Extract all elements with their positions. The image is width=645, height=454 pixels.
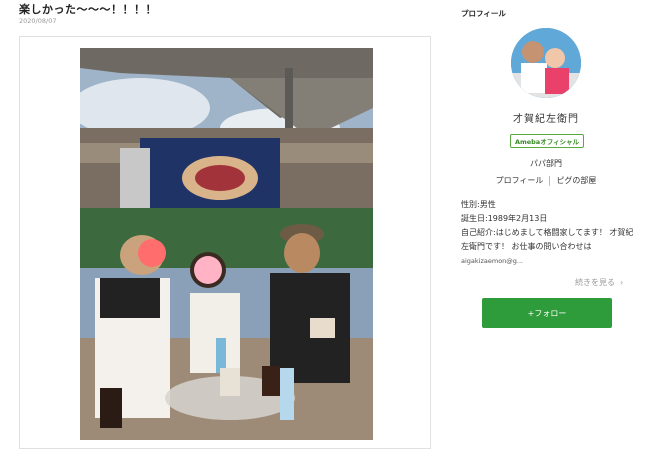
profile-name[interactable]: 才賀紀左衛門 (461, 110, 631, 125)
post-image-frame (19, 36, 431, 449)
profile-link[interactable]: プロフィール (496, 175, 544, 186)
pig-room-link[interactable]: ピグの部屋 (556, 175, 596, 186)
read-more-link[interactable]: 続きを見る › (575, 277, 623, 288)
profile-info: 性別:男性 誕生日:1989年2月13日 自己紹介:はじめまして格闘家してます！… (461, 198, 636, 268)
profile-gender: 性別:男性 (461, 200, 496, 209)
chevron-right-icon: › (620, 278, 624, 287)
follow-button[interactable]: +フォロー (482, 298, 612, 328)
profile-email: aigakizaemon@g... (461, 257, 524, 265)
profile-heading: プロフィール (461, 9, 506, 18)
post-title: 楽しかった〜〜〜！！！！ (19, 3, 157, 16)
ameba-official-badge: Amebaオフィシャル (510, 134, 584, 148)
profile-intro: 自己紹介:はじめまして格闘家してます！ 才賀紀左衛門です！ お仕事の問い合わせは (461, 228, 634, 251)
profile-birthday: 誕生日:1989年2月13日 (461, 214, 548, 223)
link-divider (549, 175, 551, 186)
read-more-label: 続きを見る (575, 278, 615, 287)
post-date: 2020/08/07 (19, 17, 57, 25)
profile-links: プロフィール ピグの部屋 (461, 175, 631, 186)
profile-avatar[interactable] (511, 28, 581, 98)
post-photo[interactable] (80, 48, 373, 440)
family-photo-image (80, 48, 373, 440)
avatar-image (511, 28, 581, 98)
profile-category: パパ部門 (530, 159, 562, 168)
